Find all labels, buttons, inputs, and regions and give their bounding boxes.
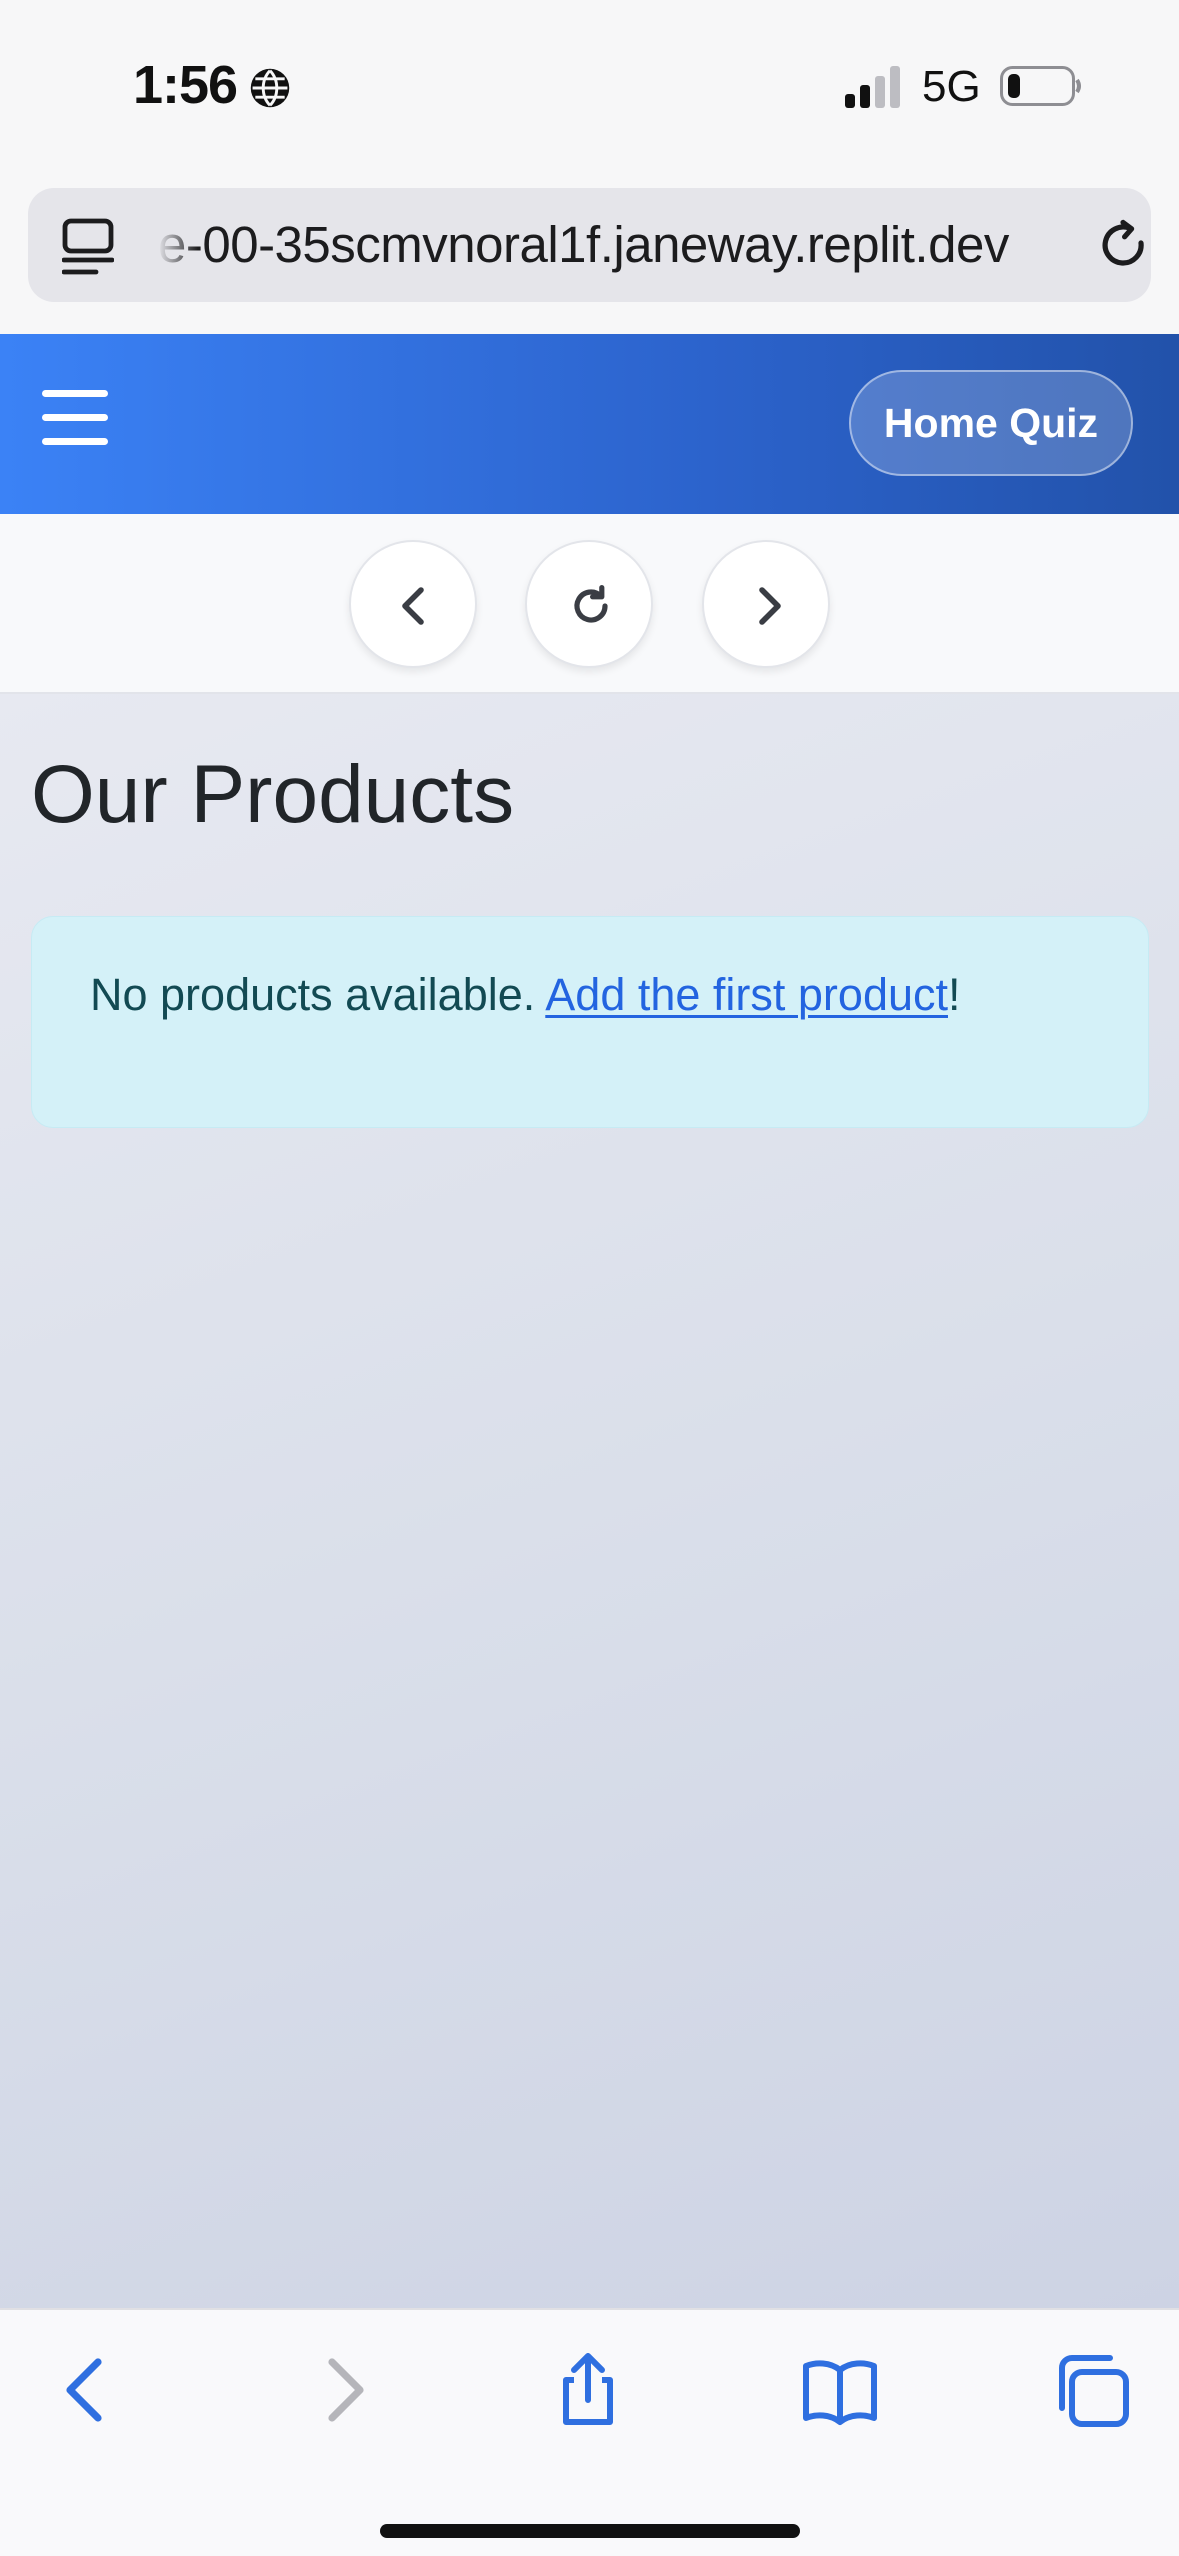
reader-icon[interactable]: [62, 218, 114, 276]
address-bar[interactable]: e-00-35scmvnoral1f.janeway.replit.dev: [28, 188, 1151, 302]
alert-suffix: !: [948, 969, 961, 1020]
status-time: 1:56: [133, 55, 238, 115]
battery-icon: [1000, 66, 1081, 106]
globe-icon: [250, 68, 290, 108]
chevron-left-icon: [402, 587, 424, 625]
page-controls: [0, 514, 1179, 694]
back-icon[interactable]: [48, 2350, 128, 2430]
network-type: 5G: [922, 62, 981, 111]
status-bar: 1:56 5G: [0, 0, 1179, 180]
main-content: Our Products No products available. Add …: [0, 694, 1179, 2308]
url-text[interactable]: e-00-35scmvnoral1f.janeway.replit.dev: [158, 210, 1078, 280]
browser-toolbar: [0, 2308, 1179, 2556]
reload-icon[interactable]: [1096, 218, 1152, 274]
bookmarks-icon[interactable]: [800, 2350, 880, 2430]
forward-icon[interactable]: [302, 2350, 382, 2430]
alert-message: No products available. Add the first pro…: [90, 969, 961, 1021]
page: 1:56 5G e-00-35scmvnoral1f.janeway.repli…: [0, 0, 1179, 2556]
navbar: Home Quiz: [0, 334, 1179, 514]
home-quiz-button[interactable]: Home Quiz: [849, 370, 1133, 476]
tabs-icon[interactable]: [1052, 2350, 1132, 2430]
alert-text: No products available.: [90, 969, 546, 1020]
share-icon[interactable]: [548, 2350, 628, 2430]
url-fade: [158, 210, 198, 280]
signal-icon: [845, 66, 900, 108]
add-first-product-link[interactable]: Add the first product: [545, 969, 948, 1020]
forward-button[interactable]: [702, 540, 830, 668]
refresh-icon: [574, 585, 608, 623]
refresh-button[interactable]: [525, 540, 653, 668]
home-indicator: [380, 2524, 800, 2538]
menu-icon[interactable]: [42, 390, 108, 450]
chevron-right-icon: [759, 587, 781, 625]
info-alert: No products available. Add the first pro…: [31, 916, 1149, 1128]
back-button[interactable]: [349, 540, 477, 668]
page-title: Our Products: [31, 749, 515, 840]
